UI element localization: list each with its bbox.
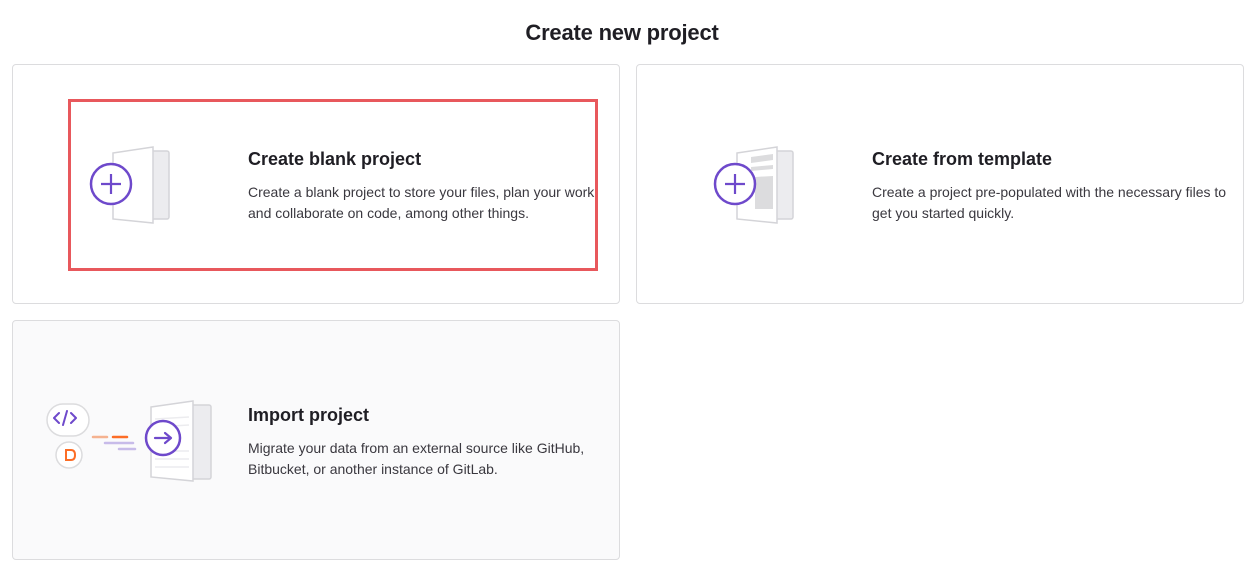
- card-description: Create a project pre-populated with the …: [872, 184, 1227, 221]
- card-title: Create from template: [872, 149, 1053, 169]
- card-title: Import project: [248, 405, 370, 425]
- create-from-template-card[interactable]: Create from template Create a project pr…: [636, 64, 1244, 304]
- card-title: Create blank project: [248, 149, 422, 169]
- create-blank-project-card[interactable]: Create blank project Create a blank proj…: [12, 64, 620, 304]
- page-title: Create new project: [525, 19, 719, 45]
- plus-document-icon: [89, 146, 170, 224]
- code-icon: [53, 410, 77, 426]
- gitlab-icon: [65, 449, 77, 461]
- import-project-card[interactable]: Import project Migrate your data from an…: [12, 320, 620, 560]
- card-description: Create a blank project to store your fil…: [248, 184, 599, 221]
- card-description: Migrate your data from an external sourc…: [248, 440, 585, 477]
- template-document-icon: [713, 146, 794, 224]
